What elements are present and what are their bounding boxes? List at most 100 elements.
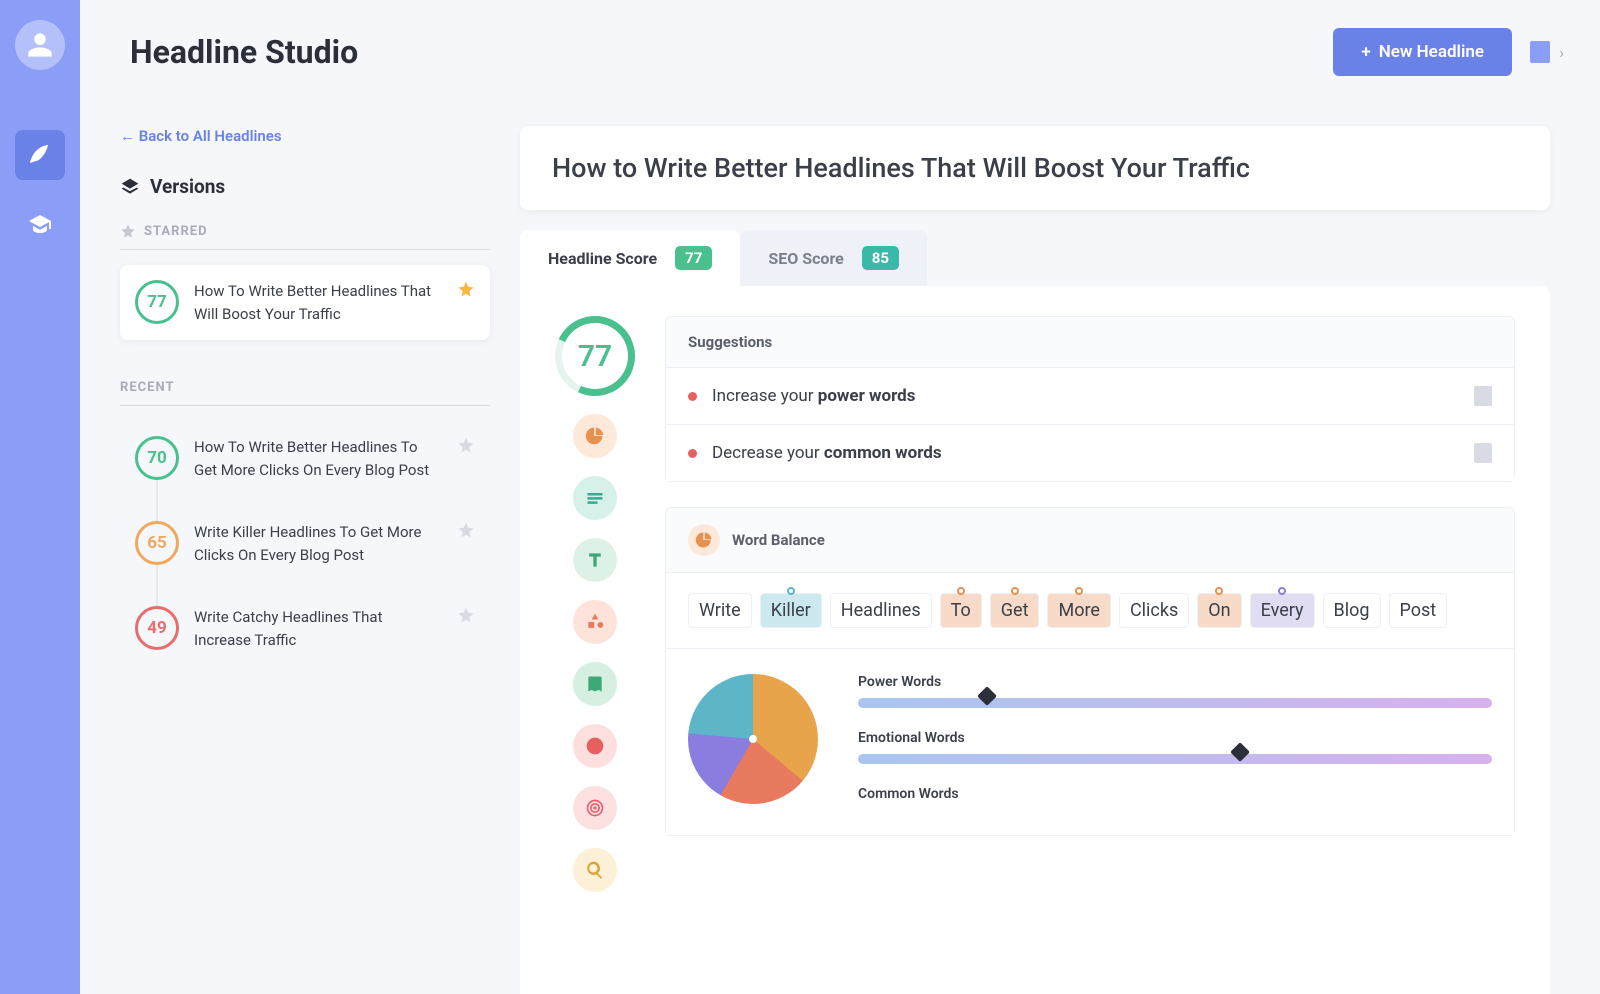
nav-write[interactable] <box>15 130 65 180</box>
star-toggle[interactable] <box>457 521 475 539</box>
user-icon <box>26 31 54 59</box>
word-count-nav-icon[interactable] <box>573 476 617 520</box>
doc-icon[interactable] <box>1474 386 1492 406</box>
analysis-icon-rail: 77 <box>555 316 635 964</box>
word-tag: More <box>1047 593 1110 628</box>
pie-chart-icon <box>585 426 605 446</box>
word-tag: Get <box>990 593 1040 628</box>
headline-score-badge: 77 <box>675 246 712 270</box>
star-toggle[interactable] <box>457 280 475 298</box>
seo-score-badge: 85 <box>862 246 899 270</box>
word-marker-icon <box>1215 587 1223 595</box>
version-card[interactable]: 77 How To Write Better Headlines That Wi… <box>120 265 490 340</box>
headline-text: How to Write Better Headlines That Will … <box>552 152 1518 184</box>
version-score: 49 <box>135 606 179 650</box>
book-icon <box>585 674 605 694</box>
shapes-nav-icon[interactable] <box>573 600 617 644</box>
word-tag: Every <box>1250 593 1315 628</box>
version-title: How To Write Better Headlines To Get Mor… <box>194 436 442 481</box>
version-score: 77 <box>135 280 179 324</box>
version-card[interactable]: 70 How To Write Better Headlines To Get … <box>120 421 490 496</box>
alert-dot-icon <box>688 392 697 401</box>
version-title: How To Write Better Headlines That Will … <box>194 280 442 325</box>
slider-row: Emotional Words <box>858 730 1492 764</box>
slider-label: Power Words <box>858 674 1492 690</box>
word-marker-icon <box>1075 587 1083 595</box>
plus-icon: + <box>1361 42 1370 62</box>
star-toggle[interactable] <box>457 436 475 454</box>
word-tag: Killer <box>760 593 822 628</box>
word-tag: Headlines <box>830 593 932 628</box>
word-tag: Blog <box>1323 593 1381 628</box>
content-panel: How to Write Better Headlines That Will … <box>520 126 1550 994</box>
version-score: 70 <box>135 436 179 480</box>
layers-icon <box>120 177 140 197</box>
tab-seo-score[interactable]: SEO Score 85 <box>740 230 927 286</box>
slider-track[interactable] <box>858 754 1492 764</box>
word-tag-row: WriteKillerHeadlinesToGetMore ClicksOn Eve… <box>666 572 1514 648</box>
nav-learn[interactable] <box>15 200 65 250</box>
slider-row: Power Words <box>858 674 1492 708</box>
versions-label: Versions <box>150 175 225 198</box>
graduation-cap-icon <box>28 213 52 237</box>
target-icon <box>585 798 605 818</box>
word-balance-pie-chart <box>688 674 818 804</box>
version-title: Write Catchy Headlines That Increase Tra… <box>194 606 442 651</box>
doc-icon[interactable] <box>1474 443 1492 463</box>
search-icon <box>585 860 605 880</box>
word-tag: Write <box>688 593 752 628</box>
smile-icon <box>585 736 605 756</box>
versions-sidebar: ← Back to All Headlines Versions STARRED… <box>120 126 490 994</box>
word-marker-icon <box>1278 587 1286 595</box>
help-book-icon[interactable] <box>1530 41 1550 63</box>
suggestion-item[interactable]: Increase your power words <box>666 367 1514 424</box>
word-tag: Clicks <box>1119 593 1189 628</box>
tab-headline-score[interactable]: Headline Score 77 <box>520 230 740 286</box>
clarity-nav-icon[interactable] <box>573 786 617 830</box>
versions-heading: Versions <box>120 175 490 198</box>
slider-label: Common Words <box>858 786 1492 802</box>
back-to-headlines-link[interactable]: ← Back to All Headlines <box>120 127 282 145</box>
app-title: Headline Studio <box>130 33 358 71</box>
big-score-ring: 77 <box>555 316 635 396</box>
word-marker-icon <box>787 587 795 595</box>
word-tag: To <box>940 593 982 628</box>
suggestions-header: Suggestions <box>666 317 1514 367</box>
version-card[interactable]: 65 Write Killer Headlines To Get More Cl… <box>120 506 490 581</box>
headline-input-box[interactable]: How to Write Better Headlines That Will … <box>520 126 1550 210</box>
suggestions-box: Suggestions Increase your power words De… <box>665 316 1515 482</box>
lines-icon <box>585 488 605 508</box>
version-score: 65 <box>135 521 179 565</box>
word-balance-nav-icon[interactable] <box>573 414 617 458</box>
word-balance-box: Word Balance WriteKillerHeadlinesToGetMo… <box>665 507 1515 836</box>
star-toggle[interactable] <box>457 606 475 624</box>
suggestion-item[interactable]: Decrease your common words <box>666 424 1514 481</box>
feather-icon <box>28 143 52 167</box>
type-icon <box>585 550 605 570</box>
left-rail <box>0 0 80 994</box>
avatar[interactable] <box>15 20 65 70</box>
recent-section-label: RECENT <box>120 380 490 406</box>
new-headline-button[interactable]: + New Headline <box>1333 28 1512 76</box>
star-icon <box>120 223 136 239</box>
word-tag: On <box>1197 593 1241 628</box>
new-headline-label: New Headline <box>1379 42 1484 62</box>
alert-dot-icon <box>688 449 697 458</box>
starred-section-label: STARRED <box>120 223 490 250</box>
skim-nav-icon[interactable] <box>573 848 617 892</box>
reading-nav-icon[interactable] <box>573 662 617 706</box>
word-marker-icon <box>1011 587 1019 595</box>
type-nav-icon[interactable] <box>573 538 617 582</box>
header: Headline Studio + New Headline <box>80 0 1600 96</box>
word-balance-header: Word Balance <box>666 508 1514 572</box>
sentiment-nav-icon[interactable] <box>573 724 617 768</box>
score-tabs: Headline Score 77 SEO Score 85 <box>520 230 1550 286</box>
word-tag: Post <box>1389 593 1448 628</box>
version-card[interactable]: 49 Write Catchy Headlines That Increase … <box>120 591 490 666</box>
shapes-icon <box>585 612 605 632</box>
word-balance-sliders: Power Words Emotional Words Common Words <box>858 674 1492 810</box>
version-title: Write Killer Headlines To Get More Click… <box>194 521 442 566</box>
slider-row: Common Words <box>858 786 1492 810</box>
slider-track[interactable] <box>858 698 1492 708</box>
word-marker-icon <box>957 587 965 595</box>
